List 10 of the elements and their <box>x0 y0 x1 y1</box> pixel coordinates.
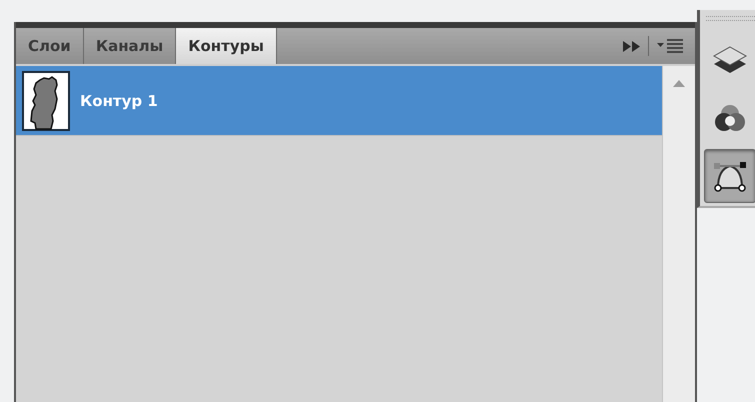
panel-tab[interactable]: Контуры <box>176 28 277 64</box>
channels-icon <box>714 103 746 133</box>
collapse-icon[interactable] <box>623 40 640 52</box>
dock-button[interactable] <box>704 149 755 203</box>
path-thumbnail <box>22 70 70 130</box>
path-name: Контур 1 <box>80 92 158 110</box>
layers-icon <box>713 45 747 75</box>
paths-icon <box>713 160 747 192</box>
path-row[interactable]: Контур 1 <box>16 66 662 136</box>
panel-menu-icon[interactable] <box>657 39 683 53</box>
